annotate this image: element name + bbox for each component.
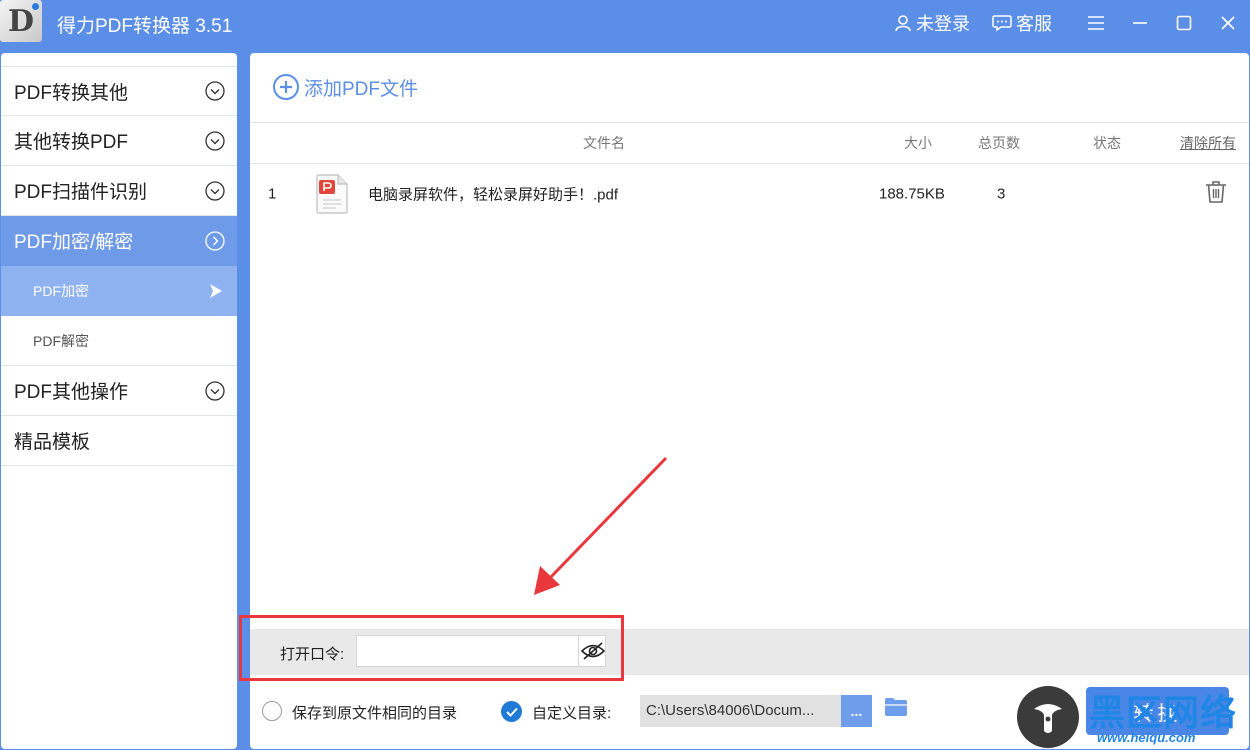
delete-row-button[interactable]	[1205, 180, 1227, 208]
add-pdf-label: 添加PDF文件	[304, 78, 419, 100]
sidebar-item-pdf-ocr[interactable]: PDF扫描件识别	[1, 166, 237, 216]
play-arrow-icon	[210, 283, 222, 298]
open-folder-button[interactable]	[884, 697, 908, 722]
menu-button[interactable]	[1074, 0, 1118, 46]
sidebar-item-label: PDF加密/解密	[14, 232, 134, 253]
app-logo-letter: D	[7, 3, 34, 39]
annotation-highlight-box	[239, 615, 624, 681]
row-index: 1	[268, 185, 277, 203]
watermark: 黑区网络 www.heiqu.com	[1017, 684, 1250, 750]
hamburger-icon	[1088, 16, 1104, 30]
add-pdf-button[interactable]: 添加PDF文件	[272, 73, 418, 101]
sidebar-item-label: 精品模板	[14, 432, 91, 453]
sidebar-item-other-to-pdf[interactable]: 其他转换PDF	[1, 116, 237, 166]
custom-directory-radio[interactable]	[501, 701, 522, 722]
sidebar-item-pdf-to-other[interactable]: PDF转换其他	[1, 66, 237, 116]
sidebar-subitem-label: PDF加密	[33, 282, 89, 299]
user-icon	[895, 15, 911, 32]
sidebar-subitem-pdf-encrypt[interactable]: PDF加密	[1, 266, 237, 316]
sidebar-subitem-label: PDF解密	[33, 332, 89, 349]
maximize-icon	[1176, 15, 1192, 31]
column-header-name: 文件名	[583, 135, 625, 151]
sidebar-item-label: PDF转换其他	[14, 82, 129, 104]
sidebar-item-pdf-encrypt-decrypt[interactable]: PDF加密/解密	[1, 216, 237, 266]
watermark-logo-icon	[1017, 686, 1079, 748]
table-row[interactable]: 1 电脑录屏软件，轻松录屏好助手！.pdf 188.75KB 3	[250, 165, 1249, 223]
chevron-down-icon	[205, 380, 225, 401]
output-path-field[interactable]: C:\Users\84006\Docum...	[640, 695, 841, 727]
chevron-down-icon	[205, 81, 225, 101]
minimize-button[interactable]	[1118, 0, 1162, 46]
pdf-file-icon	[316, 174, 348, 214]
same-directory-radio[interactable]	[262, 701, 282, 721]
watermark-text: 黑区网络	[1089, 693, 1238, 734]
title-bar: D 得力PDF转换器 3.51 未登录 客服	[0, 0, 1250, 46]
sidebar: PDF转换其他 其他转换PDF PDF扫描件识别 PDF加密/解密 PDF加密 …	[1, 53, 237, 749]
column-header-status: 状态	[1093, 135, 1121, 151]
row-file-name: 电脑录屏软件，轻松录屏好助手！.pdf	[368, 186, 619, 204]
login-button[interactable]: 未登录	[894, 10, 970, 36]
chat-icon	[992, 15, 1012, 32]
logo-dot-icon	[32, 3, 39, 10]
login-label: 未登录	[916, 14, 970, 34]
row-file-size: 188.75KB	[879, 185, 945, 203]
trash-icon	[1206, 181, 1226, 203]
clear-all-link[interactable]: 清除所有	[1180, 133, 1236, 153]
sidebar-subitem-pdf-decrypt[interactable]: PDF解密	[1, 316, 237, 366]
close-button[interactable]	[1206, 0, 1250, 46]
close-icon	[1221, 16, 1235, 30]
sidebar-item-label: PDF其他操作	[14, 382, 129, 403]
column-header-size: 大小	[904, 135, 932, 151]
watermark-url: www.heiqu.com	[1097, 730, 1196, 745]
chevron-down-icon	[205, 130, 225, 151]
title-bar-actions: 未登录 客服	[894, 0, 1250, 46]
checkmark-icon	[505, 707, 518, 717]
chevron-right-icon	[205, 230, 225, 251]
browse-path-button[interactable]: ...	[841, 695, 872, 727]
sidebar-item-templates[interactable]: 精品模板	[1, 416, 237, 466]
row-page-count: 3	[997, 185, 1006, 203]
service-label: 客服	[1016, 14, 1052, 34]
plus-circle-icon	[273, 74, 299, 100]
maximize-button[interactable]	[1162, 0, 1206, 46]
sidebar-item-label: PDF扫描件识别	[14, 182, 148, 203]
minimize-icon	[1133, 22, 1147, 24]
file-table-header: 文件名 大小 总页数 状态 清除所有	[250, 122, 1249, 164]
app-logo: D	[0, 0, 42, 42]
app-title: 得力PDF转换器 3.51	[57, 16, 233, 37]
same-directory-label: 保存到原文件相同的目录	[292, 705, 458, 722]
customer-service-button[interactable]: 客服	[992, 10, 1052, 36]
column-header-pages: 总页数	[978, 135, 1020, 151]
folder-icon	[885, 698, 907, 716]
custom-directory-label: 自定义目录:	[532, 705, 612, 722]
sidebar-item-label: 其他转换PDF	[14, 132, 129, 153]
chevron-down-icon	[205, 180, 225, 201]
sidebar-item-pdf-other-ops[interactable]: PDF其他操作	[1, 366, 237, 416]
